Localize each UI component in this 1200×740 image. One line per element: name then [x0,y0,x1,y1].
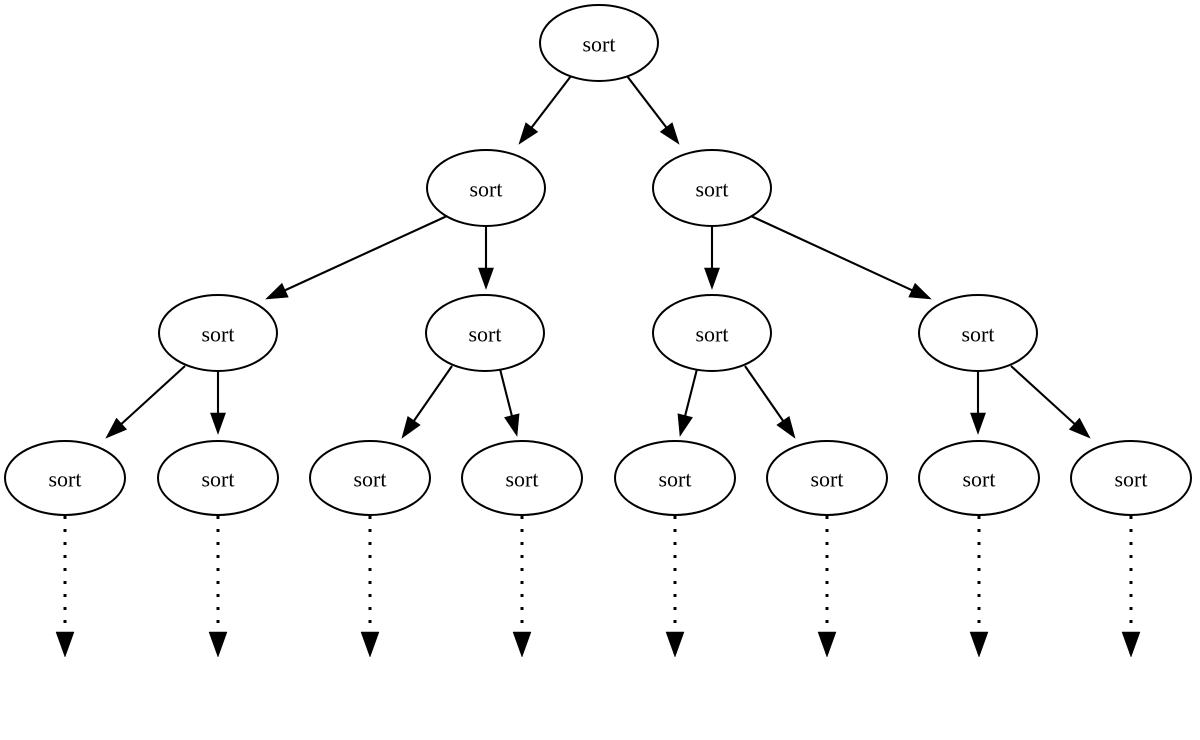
tree-edge [210,371,226,435]
edge-arrowhead-icon [478,267,494,290]
graph-node[interactable]: sort [918,440,1040,516]
graph-node[interactable]: sort [614,440,736,516]
node-label: sort [962,322,995,347]
graph-node[interactable]: sort [461,440,583,516]
node-label: sort [202,467,235,492]
edge-line [529,75,572,131]
edge-arrowhead-icon [518,122,539,145]
edge-arrowhead-icon [908,282,932,300]
dotted-edge [55,516,75,658]
graph-node[interactable]: sort [1070,440,1192,516]
node-label: sort [811,467,844,492]
node-label: sort [202,322,235,347]
edge-line [1010,365,1078,427]
node-label: sort [354,467,387,492]
dotted-arrowhead-icon [1121,631,1141,658]
tree-edge [498,368,520,437]
edge-arrowhead-icon [210,412,226,435]
edge-arrowhead-icon [659,122,680,145]
edge-line [750,215,916,293]
dotted-arrowhead-icon [969,631,989,658]
dotted-arrowhead-icon [55,631,75,658]
tree-edge [518,75,572,145]
node-label: sort [469,322,502,347]
dotted-edge [665,516,685,658]
dotted-edge [208,516,228,658]
node-label: sort [583,32,616,57]
dotted-edge [817,516,837,658]
nodes-layer: sort sort sort sort sort sort sort sort sort sort… [4,4,1192,516]
tree-edge [265,215,448,300]
dotted-edge [512,516,532,658]
edge-arrowhead-icon [677,413,693,437]
edge-arrowhead-icon [401,415,421,439]
graph-node[interactable]: sort [309,440,431,516]
edge-line [498,368,514,419]
tree-edge [704,226,720,290]
tree-edge [105,365,186,439]
graph-node[interactable]: sort [426,149,546,227]
tree-edge [744,365,796,439]
dotted-arrowhead-icon [360,631,380,658]
edge-line [118,365,186,427]
node-label: sort [696,177,729,202]
graph-node[interactable]: sort [766,440,888,516]
node-label: sort [470,177,503,202]
graph-node[interactable]: sort [158,294,278,372]
tree-edge [478,226,494,290]
edge-arrowhead-icon [776,415,796,439]
dotted-edge [360,516,380,658]
dotted-edge [969,516,989,658]
edge-line [411,365,453,424]
node-label: sort [506,467,539,492]
edge-arrowhead-icon [265,282,289,300]
graph-node[interactable]: sort [918,294,1038,372]
node-label: sort [1115,467,1148,492]
graph-node[interactable]: sort [652,294,772,372]
graph-node[interactable]: sort [539,4,659,82]
node-label: sort [696,322,729,347]
recursion-tree-diagram: sort sort sort sort sort sort sort sort sort sort… [0,0,1200,740]
edge-line [626,75,669,131]
edge-arrowhead-icon [970,412,986,435]
tree-edge [677,368,699,437]
tree-edge [970,371,986,435]
edge-line [281,215,448,293]
dotted-edges-layer [55,516,1141,658]
dotted-arrowhead-icon [512,631,532,658]
edge-arrowhead-icon [704,267,720,290]
dotted-edge [1121,516,1141,658]
tree-edge [750,215,932,300]
node-label: sort [963,467,996,492]
tree-edge [626,75,680,145]
dotted-arrowhead-icon [208,631,228,658]
node-label: sort [659,467,692,492]
dotted-arrowhead-icon [665,631,685,658]
edge-arrowhead-icon [504,413,520,437]
graph-canvas: sort sort sort sort sort sort sort sort sort sort… [4,4,1192,658]
graph-node[interactable]: sort [4,440,126,516]
graph-node[interactable]: sort [652,149,772,227]
tree-edge [401,365,453,439]
edges-layer [105,75,1091,439]
edge-line [744,365,786,424]
graph-node[interactable]: sort [157,440,279,516]
tree-edge [1010,365,1091,439]
node-label: sort [49,467,82,492]
edge-line [683,368,699,419]
graph-node[interactable]: sort [425,294,545,372]
dotted-arrowhead-icon [817,631,837,658]
